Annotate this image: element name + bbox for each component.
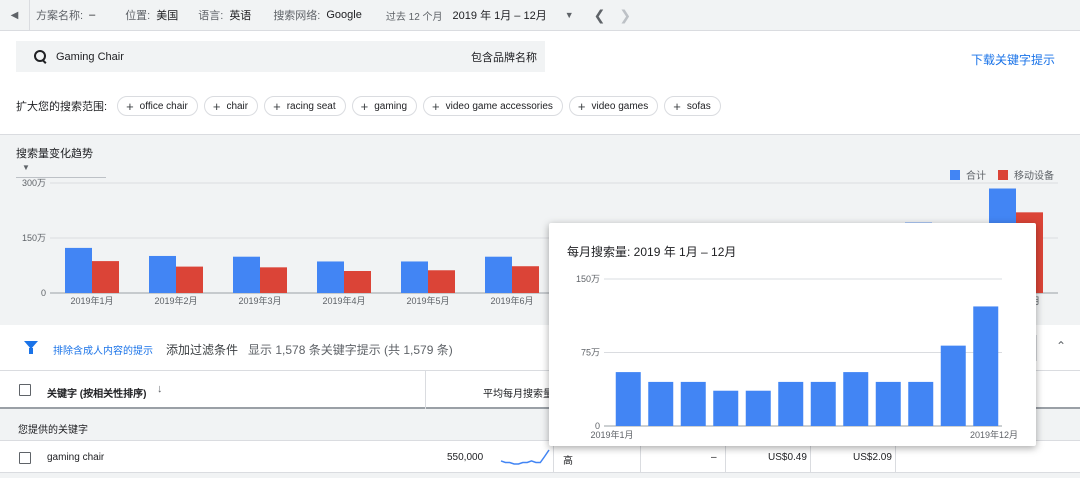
x-tick-label: 2019年12月 xyxy=(970,429,1018,440)
row-bid-high: US$2.09 xyxy=(853,452,892,463)
back-arrow-icon[interactable]: ◀ xyxy=(0,0,30,31)
bar[interactable] xyxy=(176,266,203,293)
bar[interactable] xyxy=(149,255,176,293)
bar[interactable] xyxy=(810,381,836,426)
sparkline-path xyxy=(500,449,550,465)
col-keyword-header[interactable]: 关键字 (按相关性排序) xyxy=(47,385,146,400)
plan-value[interactable]: – xyxy=(89,9,95,21)
bar[interactable] xyxy=(317,261,344,293)
row-impression-share: – xyxy=(711,452,717,463)
suggestion-chip[interactable]: + gaming xyxy=(351,96,418,116)
row-avg-monthly: 550,000 xyxy=(447,452,484,463)
bar[interactable] xyxy=(615,372,641,426)
suggestion-chip[interactable]: + office chair xyxy=(117,96,198,116)
bar[interactable] xyxy=(843,372,869,426)
monthly-volume-popup: 0 75万 150万 2019年1月 2019年12月 每月搜索量: 2019 年 1月… xyxy=(549,223,1036,446)
collapse-chevron-up-icon[interactable]: ⌃ xyxy=(1056,339,1066,353)
bar[interactable] xyxy=(512,266,539,293)
plus-icon: + xyxy=(577,98,586,114)
plan-label: 方案名称: xyxy=(36,10,84,22)
exclude-adult-filter[interactable]: 排除含成人内容的提示 xyxy=(53,342,153,357)
row-keyword: gaming chair xyxy=(47,452,105,463)
bar[interactable] xyxy=(485,256,512,293)
x-tick-label: 2019年2月 xyxy=(154,295,197,306)
bar[interactable] xyxy=(908,381,934,426)
row-bid-low: US$0.49 xyxy=(768,452,807,463)
bar[interactable] xyxy=(973,306,999,426)
search-icon xyxy=(34,49,48,64)
bar[interactable] xyxy=(745,390,771,426)
x-tick-label: 2019年4月 xyxy=(322,295,365,306)
sort-arrow-down-icon[interactable]: ↓ xyxy=(157,383,163,395)
bar[interactable] xyxy=(428,270,455,293)
date-range-dropdown-icon[interactable]: ▼ xyxy=(565,10,574,20)
include-brand-toggle[interactable]: 包含品牌名称 xyxy=(471,49,537,65)
row-trend-sparkline[interactable] xyxy=(499,447,551,467)
suggestion-chip[interactable]: + racing seat xyxy=(264,96,346,116)
x-tick-label: 2019年5月 xyxy=(406,295,449,306)
bar[interactable] xyxy=(344,271,371,293)
bar[interactable] xyxy=(648,381,674,426)
y-tick-label: 75万 xyxy=(581,348,600,358)
x-tick-label: 2019年1月 xyxy=(70,295,113,306)
x-tick-label: 2019年3月 xyxy=(238,295,281,306)
plus-icon: + xyxy=(360,98,369,114)
keyword-count: 显示 1,578 条关键字提示 (共 1,579 条) xyxy=(248,343,453,357)
bar[interactable] xyxy=(680,381,706,426)
select-all-checkbox[interactable] xyxy=(19,384,31,396)
keyword-search-box[interactable]: 包含品牌名称 xyxy=(16,41,545,72)
plus-icon: + xyxy=(273,98,281,114)
next-range-chevron-icon[interactable]: ❯ xyxy=(619,7,631,24)
col-avg-monthly-header[interactable]: 平均每月搜索量 xyxy=(483,385,553,400)
location-value[interactable]: 美国 xyxy=(156,7,178,23)
bar[interactable] xyxy=(940,345,966,426)
y-tick-label: 300万 xyxy=(22,178,46,188)
bar[interactable] xyxy=(401,261,428,293)
group-label: 您提供的关键字 xyxy=(18,425,88,436)
y-tick-label: 150万 xyxy=(576,274,600,284)
row-checkbox[interactable] xyxy=(19,452,31,464)
expand-search-label: 扩大您的搜索范围: xyxy=(16,101,108,113)
bar[interactable] xyxy=(92,261,119,293)
prev-range-chevron-icon[interactable]: ❮ xyxy=(594,7,606,24)
suggestion-chip[interactable]: + sofas xyxy=(664,96,721,116)
network-value[interactable]: Google xyxy=(326,9,361,21)
y-tick-label: 150万 xyxy=(22,233,46,243)
plus-icon: + xyxy=(126,98,134,114)
filter-icon[interactable] xyxy=(24,341,38,354)
date-range-value[interactable]: 2019 年 1月 – 12月 xyxy=(453,7,547,23)
language-label: 语言: xyxy=(198,10,224,22)
plus-icon: + xyxy=(212,98,221,114)
y-tick-label: 0 xyxy=(41,288,46,298)
plus-icon: + xyxy=(432,98,440,114)
divider xyxy=(425,371,426,409)
download-keywords-link[interactable]: 下载关键字提示 xyxy=(971,51,1055,68)
suggestion-chip[interactable]: + video games xyxy=(568,96,659,116)
search-panel: 包含品牌名称 下载关键字提示 扩大您的搜索范围: +office chair +… xyxy=(0,31,1080,135)
bar[interactable] xyxy=(233,256,260,293)
bar[interactable] xyxy=(713,390,739,426)
bar[interactable] xyxy=(260,267,287,293)
bar[interactable] xyxy=(778,381,804,426)
location-label: 位置: xyxy=(125,10,151,22)
plus-icon: + xyxy=(673,98,681,114)
expand-search-row: 扩大您的搜索范围: + office chair + chair + racing s… xyxy=(16,96,727,116)
bar[interactable] xyxy=(65,247,92,293)
bar[interactable] xyxy=(875,381,901,426)
add-filter-button[interactable]: 添加过滤条件 xyxy=(166,341,238,358)
language-value[interactable]: 英语 xyxy=(229,7,251,23)
network-label: 搜索网络: xyxy=(273,10,321,22)
keyword-search-input[interactable] xyxy=(56,50,436,63)
popup-title: 每月搜索量: 2019 年 1月 – 12月 xyxy=(567,245,737,259)
top-bar: ◀ 方案名称: – 位置: 美国 语言: 英语 搜索网络: Google 过去 … xyxy=(0,0,1080,31)
suggestion-chip[interactable]: + video game accessories xyxy=(423,96,563,116)
x-tick-label: 2019年1月 xyxy=(590,429,633,440)
row-competition: 高 xyxy=(563,456,573,467)
divider xyxy=(1036,335,1037,361)
date-range-preset[interactable]: 过去 12 个月 xyxy=(386,8,443,23)
suggestion-chip[interactable]: + chair xyxy=(203,96,259,116)
x-tick-label: 2019年6月 xyxy=(490,295,533,306)
